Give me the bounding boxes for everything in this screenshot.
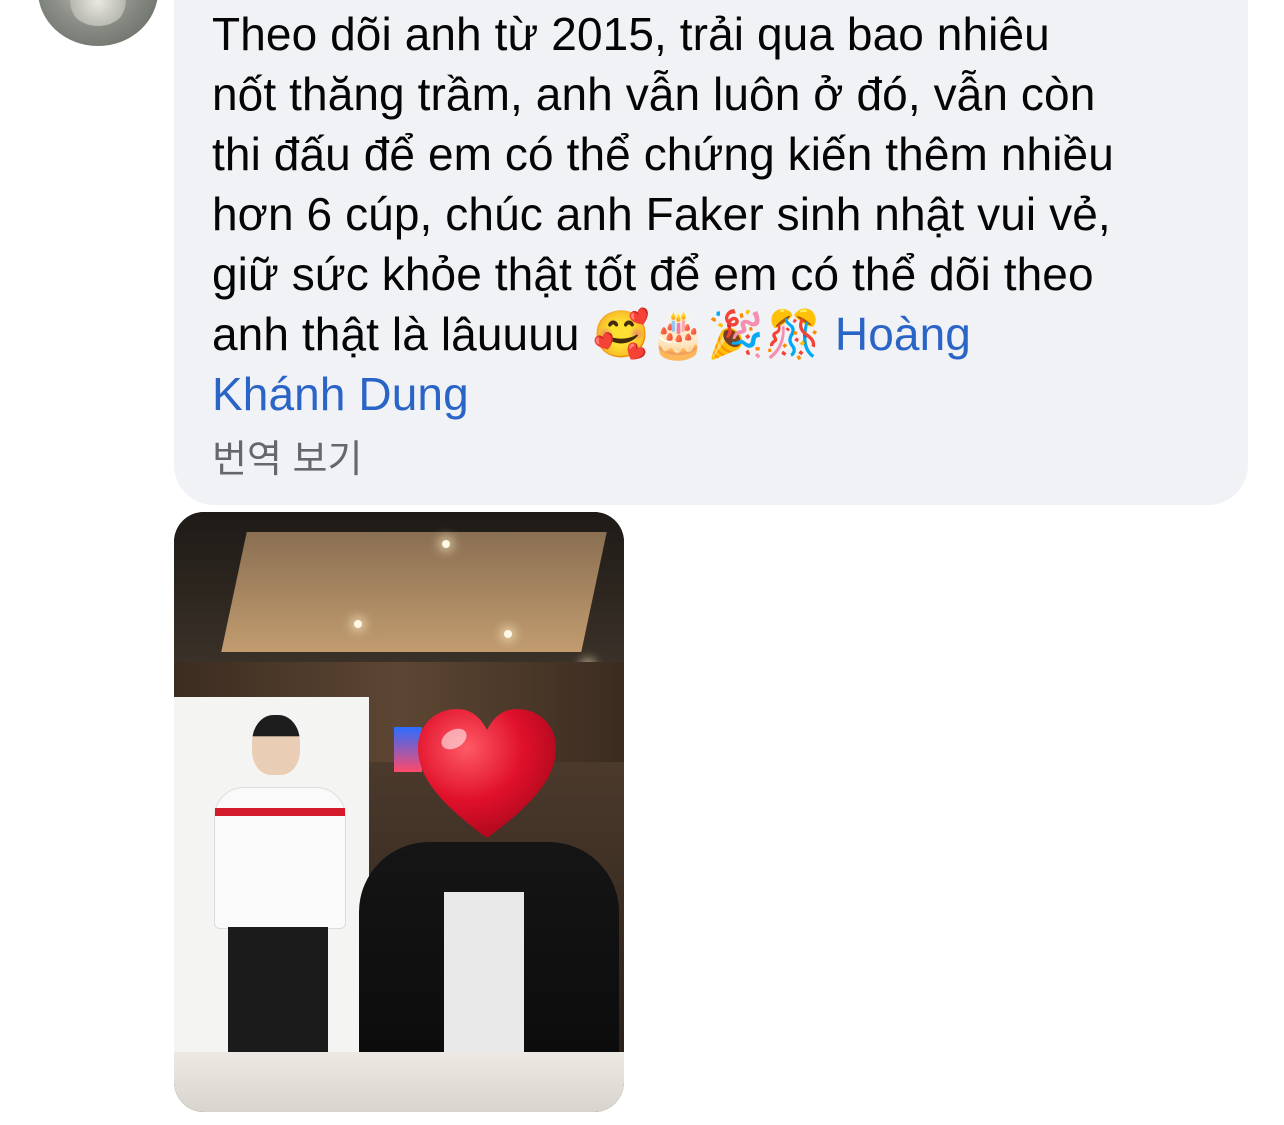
standee-shorts xyxy=(228,927,328,1057)
photo-table xyxy=(174,1052,624,1112)
standee-figure xyxy=(204,707,346,1057)
comment-line-1: Theo dõi anh từ 2015, trải qua bao nhiêu xyxy=(212,8,1050,60)
mention-first-name[interactable]: Hoàng xyxy=(835,308,971,360)
see-translation-link[interactable]: 번역 보기 xyxy=(212,436,362,484)
ceiling-light xyxy=(504,630,512,638)
attached-photo[interactable] xyxy=(174,512,624,1112)
comment-line-4: hơn 6 cúp, chúc anh Faker sinh nhật vui … xyxy=(212,188,1111,240)
standee-head xyxy=(252,715,300,775)
comment-line-6: anh thật là lâuuuu xyxy=(212,308,580,360)
comment-body: Theo dõi anh từ 2015, trải qua bao nhiêu… xyxy=(212,4,1222,424)
confetti-ball-emoji-icon: 🎊 xyxy=(764,307,823,361)
comment-line-3: thi đấu để em có thể chứng kiến thêm nhi… xyxy=(212,128,1114,180)
comment-line-2: nốt thăng trầm, anh vẫn luôn ở đó, vẫn c… xyxy=(212,68,1096,120)
comment-line-5: giữ sức khỏe thật tốt để em có thể dõi t… xyxy=(212,248,1094,300)
commenter-avatar[interactable] xyxy=(38,0,158,46)
smiling-hearts-emoji-icon: 🥰 xyxy=(592,307,650,361)
ceiling-light xyxy=(442,540,450,548)
mention-last-name[interactable]: Khánh Dung xyxy=(212,368,469,420)
red-heart-icon xyxy=(418,709,556,838)
party-popper-emoji-icon: 🎉 xyxy=(707,307,765,361)
person-jersey xyxy=(444,892,524,1057)
avatar-image-detail xyxy=(68,0,128,26)
player-standee xyxy=(174,697,369,1057)
birthday-cake-emoji-icon: 🎂 xyxy=(649,307,708,361)
standee-jersey xyxy=(214,787,346,929)
jersey-stripe xyxy=(215,808,345,816)
ceiling-light xyxy=(354,620,362,628)
photo-ceiling-panel xyxy=(221,532,607,652)
